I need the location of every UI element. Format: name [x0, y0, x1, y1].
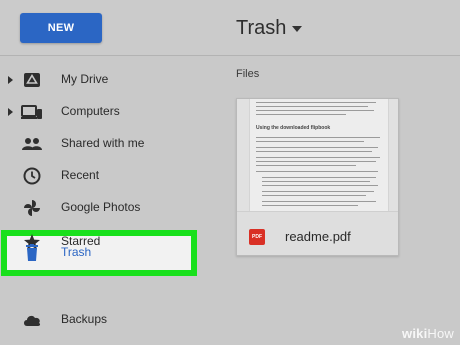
location-breadcrumb[interactable]: Trash: [236, 14, 303, 42]
expand-arrow-icon[interactable]: [8, 76, 13, 84]
clock-icon: [21, 166, 43, 186]
preview-text-line: [262, 185, 378, 186]
watermark-bold: wiki: [402, 326, 428, 341]
cloud-icon: [21, 310, 43, 330]
sidebar-item-label: Recent: [61, 168, 100, 182]
watermark-light: How: [427, 326, 454, 341]
preview-text-line: [256, 141, 364, 142]
sidebar-item-google-photos[interactable]: Google Photos: [0, 192, 215, 224]
sidebar-item-shared-with-me[interactable]: Shared with me: [0, 128, 215, 160]
sidebar-item-label: Shared with me: [61, 136, 145, 150]
top-bar: NEW Trash: [0, 0, 460, 56]
sidebar-item-label: Computers: [61, 104, 120, 118]
preview-text-line: [256, 165, 356, 166]
new-button[interactable]: NEW: [20, 13, 102, 43]
sidebar-item-trash[interactable]: Trash: [0, 237, 215, 269]
computers-icon: [21, 102, 43, 122]
preview-text-line: [262, 177, 376, 178]
files-section-label: Files: [236, 68, 260, 80]
preview-text-line: [262, 191, 374, 192]
file-preview-thumbnail: Using the downloaded flipbook: [249, 99, 389, 211]
drive-icon: [21, 70, 43, 90]
sidebar-item-backups[interactable]: Backups: [0, 304, 215, 336]
preview-text-line: [256, 106, 368, 107]
location-title: Trash: [236, 16, 287, 39]
sidebar-item-label: Trash: [61, 245, 92, 259]
sidebar-item-label: Backups: [61, 312, 108, 326]
preview-heading: Using the downloaded flipbook: [256, 125, 331, 131]
preview-text-line: [256, 137, 380, 138]
preview-text-line: [256, 157, 380, 158]
preview-text-line: [256, 147, 378, 148]
pinwheel-icon: [21, 198, 43, 218]
sidebar-item-label: Google Photos: [61, 200, 141, 214]
sidebar-item-my-drive[interactable]: My Drive: [0, 64, 215, 96]
preview-text-line: [256, 114, 346, 115]
sidebar: My Drive Computers Shared with me Recent…: [0, 56, 215, 345]
preview-text-line: [256, 171, 378, 172]
preview-text-line: [262, 181, 370, 182]
file-name: readme.pdf: [285, 229, 351, 244]
trash-icon: [21, 243, 43, 263]
sidebar-item-computers[interactable]: Computers: [0, 96, 215, 128]
preview-text-line: [256, 161, 376, 162]
preview-text-line: [262, 195, 366, 196]
preview-text-line: [262, 205, 358, 206]
people-icon: [21, 134, 43, 154]
expand-arrow-icon[interactable]: [8, 108, 13, 116]
preview-text-line: [256, 102, 376, 103]
watermark-logo: wikiHow: [402, 326, 454, 341]
chevron-down-icon: [292, 26, 303, 32]
file-card[interactable]: Using the downloaded flipbook PDF readme…: [236, 98, 399, 256]
file-card-footer: PDF readme.pdf: [237, 211, 398, 255]
preview-text-line: [262, 201, 376, 202]
sidebar-item-recent[interactable]: Recent: [0, 160, 215, 192]
pdf-file-icon: PDF: [249, 229, 265, 245]
sidebar-item-label: My Drive: [61, 72, 109, 86]
preview-text-line: [256, 151, 372, 152]
preview-text-line: [256, 110, 374, 111]
